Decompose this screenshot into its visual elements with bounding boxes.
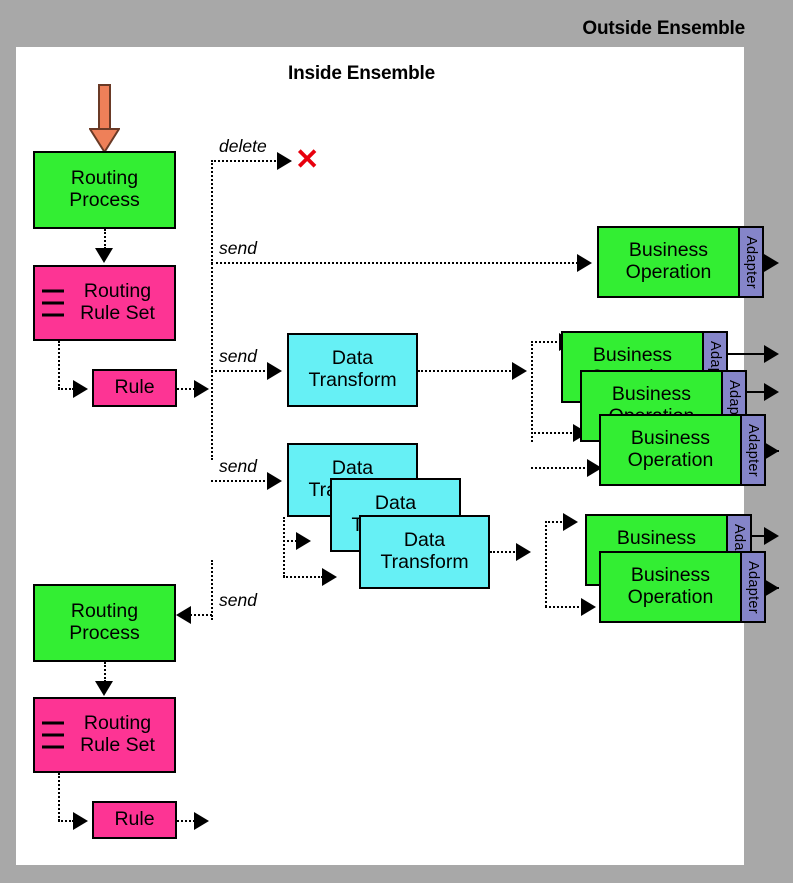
connector-ruleset-to-rule-top [58,341,60,389]
adapter-label: Adapter [745,560,761,614]
arrowhead-right-icon [563,513,578,531]
node-label: Routing Rule Set [80,280,155,324]
connector-stack-3-in [283,576,323,578]
arrowhead-right-icon [764,254,779,272]
outside-ensemble-title: Outside Ensemble [582,18,745,39]
connector-branch-1c [531,467,589,469]
node-label: Routing Rule Set [80,712,155,756]
edge-label-send-3: send [219,456,257,476]
node-business-operation-top[interactable]: Business Operation Adapter [597,226,764,298]
connector-branch-2a [545,521,565,523]
node-rule-top[interactable]: Rule [92,369,177,407]
connector-branch-1a [531,341,561,343]
edge-label-send-2: send [219,346,257,366]
connector-stack-2-in [283,540,297,542]
arrowhead-right-icon [764,442,779,460]
node-label: Routing Process [69,600,140,644]
rule-list-bars-icon [42,713,64,758]
connector-branch-2b [545,606,583,608]
arrowhead-right-icon [764,345,779,363]
connector-rule-out-top [177,388,195,390]
arrowhead-right-icon [764,383,779,401]
input-arrow-icon [89,84,120,154]
node-business-operation-mid-3[interactable]: Business Operation Adapter [599,414,766,486]
node-label: Rule [114,376,155,399]
node-routing-process-bottom[interactable]: Routing Process [33,584,176,662]
adapter-top[interactable]: Adapter [738,226,764,298]
arrowhead-right-icon [267,362,282,380]
branch-bus-2 [545,521,547,607]
connector-send-1 [211,262,578,264]
connector-send-4 [190,614,212,616]
delete-x-icon: ✕ [295,144,320,176]
arrowhead-right-icon [277,152,292,170]
node-label: Rule [114,808,155,831]
arrowhead-right-icon [764,527,779,545]
connector-transform-to-branch-2 [490,551,518,553]
node-rule-bottom[interactable]: Rule [92,801,177,839]
arrowhead-right-icon [194,380,209,398]
node-data-transform-stack-3[interactable]: Data Transform [359,515,490,589]
arrowhead-right-icon [581,598,596,616]
node-data-transform-single[interactable]: Data Transform [287,333,418,407]
connector-ruleset-to-rule-bottom-h [58,820,74,822]
arrowhead-right-icon [322,568,337,586]
connector-vertical-bus-bottom [211,560,213,620]
rule-list-bars-icon [42,281,64,326]
node-label: Data Transform [308,347,397,391]
arrowhead-right-icon [516,543,531,561]
connector-process-to-ruleset-top [104,229,106,249]
node-label: Routing Process [69,167,140,211]
adapter-low-2[interactable]: Adapter [740,551,766,623]
node-routing-process-top[interactable]: Routing Process [33,151,176,229]
edge-label-delete: delete [219,136,267,156]
arrowhead-right-icon [512,362,527,380]
connector-ruleset-to-rule-bottom [58,773,60,821]
node-business-operation-low-2[interactable]: Business Operation Adapter [599,551,766,623]
adapter-label: Adapter [745,423,761,477]
connector-vertical-bus-top [211,160,213,460]
input-arrow-head-icon [89,128,120,154]
branch-bus-1 [531,341,533,442]
connector-stack-bus [283,517,285,577]
connector-branch-1b [531,432,575,434]
arrowhead-left-icon [176,606,191,624]
arrowhead-down-icon [95,681,113,696]
node-routing-rule-set-top[interactable]: Routing Rule Set [33,265,176,341]
connector-send-3 [211,480,269,482]
arrowhead-right-icon [73,380,88,398]
diagram-canvas: Outside Ensemble Inside Ensemble Routing… [0,0,793,883]
arrowhead-right-icon [764,579,779,597]
adapter-mid-3[interactable]: Adapter [740,414,766,486]
connector-send-2 [211,370,269,372]
connector-delete [211,160,279,162]
inside-ensemble-title: Inside Ensemble [288,63,435,84]
adapter-label: Adapter [743,235,759,289]
arrowhead-right-icon [73,812,88,830]
arrowhead-right-icon [577,254,592,272]
connector-rule-out-bottom [177,820,195,822]
node-label: Data Transform [380,529,469,573]
arrowhead-right-icon [267,472,282,490]
edge-label-send-1: send [219,238,257,258]
edge-label-send-4: send [219,590,257,610]
node-label: Business Operation [599,414,740,486]
arrowhead-right-icon [296,532,311,550]
arrowhead-right-icon [194,812,209,830]
connector-process-to-ruleset-bottom [104,662,106,682]
arrowhead-down-icon [95,248,113,263]
connector-ruleset-to-rule-top-h [58,388,74,390]
node-label: Business Operation [597,226,738,298]
node-label: Business Operation [599,551,740,623]
connector-transform-to-branch-1 [418,370,514,372]
node-routing-rule-set-bottom[interactable]: Routing Rule Set [33,697,176,773]
